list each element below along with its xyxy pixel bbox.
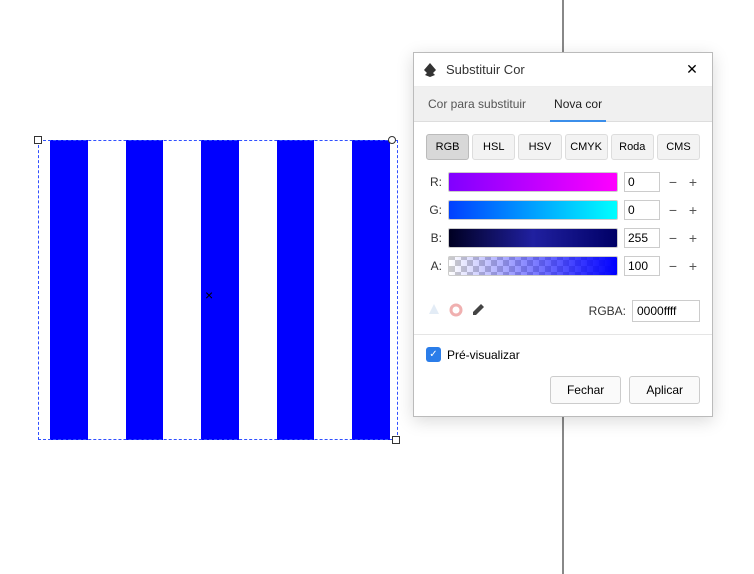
stepper-a-up[interactable]: + bbox=[686, 258, 700, 274]
color-manage-icon[interactable] bbox=[426, 302, 442, 321]
tab-replace-color[interactable]: Cor para substituir bbox=[414, 87, 540, 121]
label-b: B: bbox=[426, 231, 442, 245]
eyedropper-icon[interactable] bbox=[470, 302, 486, 321]
mode-hsv[interactable]: HSV bbox=[518, 134, 561, 160]
stepper-g-down[interactable]: − bbox=[666, 202, 680, 218]
mode-rgb[interactable]: RGB bbox=[426, 134, 469, 160]
input-r[interactable] bbox=[624, 172, 660, 192]
input-a[interactable] bbox=[624, 256, 660, 276]
close-button[interactable]: Fechar bbox=[550, 376, 621, 404]
out-of-gamut-icon[interactable] bbox=[448, 302, 464, 321]
input-b[interactable] bbox=[624, 228, 660, 248]
label-a: A: bbox=[426, 259, 442, 273]
selection-bounds bbox=[38, 140, 398, 440]
stepper-b-up[interactable]: + bbox=[686, 230, 700, 246]
label-r: R: bbox=[426, 175, 442, 189]
label-g: G: bbox=[426, 203, 442, 217]
replace-color-dialog: Substituir Cor ✕ Cor para substituir Nov… bbox=[413, 52, 713, 417]
color-panel: RGB HSL HSV CMYK Roda CMS R: − + G: − + … bbox=[414, 122, 712, 334]
preview-checkbox[interactable]: ✓ bbox=[426, 347, 441, 362]
selection-handle-corner-radius[interactable] bbox=[388, 136, 396, 144]
selection-center-mark: × bbox=[205, 287, 213, 303]
slider-a[interactable] bbox=[448, 256, 618, 276]
stepper-a-down[interactable]: − bbox=[666, 258, 680, 274]
stepper-b-down[interactable]: − bbox=[666, 230, 680, 246]
mode-cmyk[interactable]: CMYK bbox=[565, 134, 608, 160]
preview-label: Pré-visualizar bbox=[447, 348, 520, 362]
mode-wheel[interactable]: Roda bbox=[611, 134, 654, 160]
rgba-input[interactable] bbox=[632, 300, 700, 322]
input-g[interactable] bbox=[624, 200, 660, 220]
close-icon[interactable]: ✕ bbox=[680, 61, 704, 78]
stepper-r-down[interactable]: − bbox=[666, 174, 680, 190]
stepper-g-up[interactable]: + bbox=[686, 202, 700, 218]
dialog-title: Substituir Cor bbox=[446, 62, 680, 77]
apply-button[interactable]: Aplicar bbox=[629, 376, 700, 404]
dialog-titlebar[interactable]: Substituir Cor ✕ bbox=[414, 53, 712, 87]
slider-b[interactable] bbox=[448, 228, 618, 248]
rgba-label: RGBA: bbox=[589, 304, 626, 318]
slider-g[interactable] bbox=[448, 200, 618, 220]
inkscape-icon bbox=[422, 62, 438, 78]
selection-handle-bottom-right[interactable] bbox=[392, 436, 400, 444]
selection-handle-top-left[interactable] bbox=[34, 136, 42, 144]
slider-r[interactable] bbox=[448, 172, 618, 192]
color-tabs: Cor para substituir Nova cor bbox=[414, 87, 712, 122]
mode-cms[interactable]: CMS bbox=[657, 134, 700, 160]
stepper-r-up[interactable]: + bbox=[686, 174, 700, 190]
tab-new-color[interactable]: Nova cor bbox=[540, 87, 616, 121]
mode-hsl[interactable]: HSL bbox=[472, 134, 515, 160]
